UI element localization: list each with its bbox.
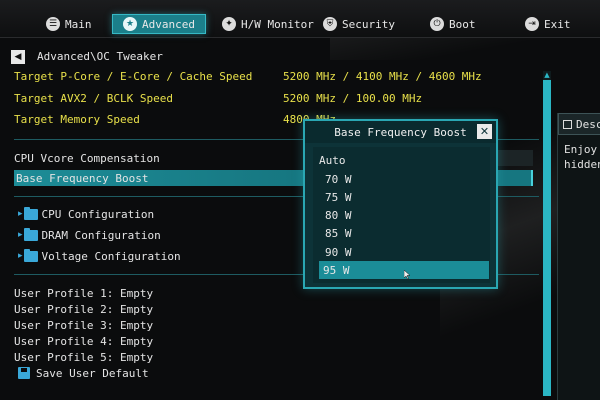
popup-option[interactable]: Auto xyxy=(313,151,483,169)
tab-hw-monitor[interactable]: ✦ H/W Monitor xyxy=(222,14,314,34)
close-icon[interactable]: ✕ xyxy=(477,124,492,139)
popup-option[interactable]: 80 W xyxy=(313,206,483,224)
description-panel: Desc Enjoy t hidden xyxy=(557,113,600,400)
user-profile-item[interactable]: User Profile 4: Empty xyxy=(14,333,153,349)
setting-base-frequency-boost[interactable]: Base Frequency Boost xyxy=(16,170,148,186)
tab-label: Boot xyxy=(449,17,476,31)
popup-option[interactable]: 85 W xyxy=(313,224,483,242)
popup-option[interactable]: 75 W xyxy=(313,188,483,206)
tab-exit[interactable]: ⇥ Exit xyxy=(525,14,571,34)
target-value: 5200 MHz / 4100 MHz / 4600 MHz xyxy=(283,69,482,83)
submenu-arrow-icon: ▸ xyxy=(18,209,23,219)
save-icon xyxy=(18,367,30,379)
tab-label: Advanced xyxy=(142,17,195,31)
tab-label: H/W Monitor xyxy=(241,17,314,31)
save-user-default[interactable]: Save User Default xyxy=(18,365,149,381)
scrollbar-thumb[interactable] xyxy=(543,80,551,396)
popup-option-list: Auto 70 W 75 W 80 W 85 W 90 W 95 W xyxy=(313,147,490,283)
folder-icon xyxy=(23,227,38,241)
description-text: Enjoy t xyxy=(564,143,600,156)
target-label: Target AVX2 / BCLK Speed xyxy=(14,91,173,105)
submenu-label: DRAM Configuration xyxy=(41,228,161,242)
breadcrumb: Advanced\OC Tweaker xyxy=(37,50,163,63)
user-profile-item[interactable]: User Profile 3: Empty xyxy=(14,317,153,333)
exit-icon: ⇥ xyxy=(525,17,539,31)
tab-label: Exit xyxy=(544,17,571,31)
selection-highlight-value[interactable] xyxy=(493,170,533,186)
submenu-label: Voltage Configuration xyxy=(41,249,181,263)
popup-option[interactable]: 90 W xyxy=(313,243,483,261)
submenu-arrow-icon: ▸ xyxy=(18,251,23,261)
folder-icon xyxy=(23,248,38,262)
submenu-dram-configuration[interactable]: ▸ DRAM Configuration xyxy=(18,227,161,243)
menu-icon: ☰ xyxy=(46,17,60,31)
top-nav-bar: ☰ Main ★ Advanced ✦ H/W Monitor ⛨ Securi… xyxy=(0,0,600,38)
setting-value-box[interactable] xyxy=(493,150,533,166)
tab-main[interactable]: ☰ Main xyxy=(46,14,92,34)
target-label: Target P-Core / E-Core / Cache Speed xyxy=(14,69,253,83)
description-title: Desc xyxy=(576,117,600,131)
tab-label: Security xyxy=(342,17,395,31)
description-icon xyxy=(563,119,572,129)
shield-icon: ⛨ xyxy=(323,17,337,31)
user-profile-item[interactable]: User Profile 5: Empty xyxy=(14,349,153,365)
user-profile-item[interactable]: User Profile 2: Empty xyxy=(14,301,153,317)
tab-security[interactable]: ⛨ Security xyxy=(323,14,395,34)
user-profile-item[interactable]: User Profile 1: Empty xyxy=(14,285,153,301)
star-icon: ★ xyxy=(123,17,137,31)
description-text: hidden xyxy=(564,158,600,171)
popup-title: Base Frequency Boost xyxy=(305,121,496,143)
save-label: Save User Default xyxy=(36,366,149,380)
setting-cpu-vcore-compensation[interactable]: CPU Vcore Compensation xyxy=(14,150,160,166)
popup-option[interactable]: 70 W xyxy=(313,170,483,188)
target-value: 5200 MHz / 100.00 MHz xyxy=(283,91,423,105)
tab-boot[interactable]: ⏻ Boot xyxy=(430,14,476,34)
submenu-voltage-configuration[interactable]: ▸ Voltage Configuration xyxy=(18,248,181,264)
scroll-up-icon[interactable]: ▲ xyxy=(543,71,551,79)
monitor-icon: ✦ xyxy=(222,17,236,31)
options-popup: Base Frequency Boost ✕ Auto 70 W 75 W 80… xyxy=(303,119,498,289)
mouse-cursor-icon xyxy=(404,270,410,279)
submenu-label: CPU Configuration xyxy=(41,207,155,221)
description-header: Desc xyxy=(558,113,600,135)
submenu-arrow-icon: ▸ xyxy=(18,230,23,240)
target-label: Target Memory Speed xyxy=(14,112,140,126)
tab-advanced[interactable]: ★ Advanced xyxy=(112,14,206,34)
tab-label: Main xyxy=(65,17,92,31)
back-arrow-icon[interactable]: ◀ xyxy=(11,50,25,64)
power-icon: ⏻ xyxy=(430,17,444,31)
submenu-cpu-configuration[interactable]: ▸ CPU Configuration xyxy=(18,206,154,222)
folder-icon xyxy=(23,206,38,220)
